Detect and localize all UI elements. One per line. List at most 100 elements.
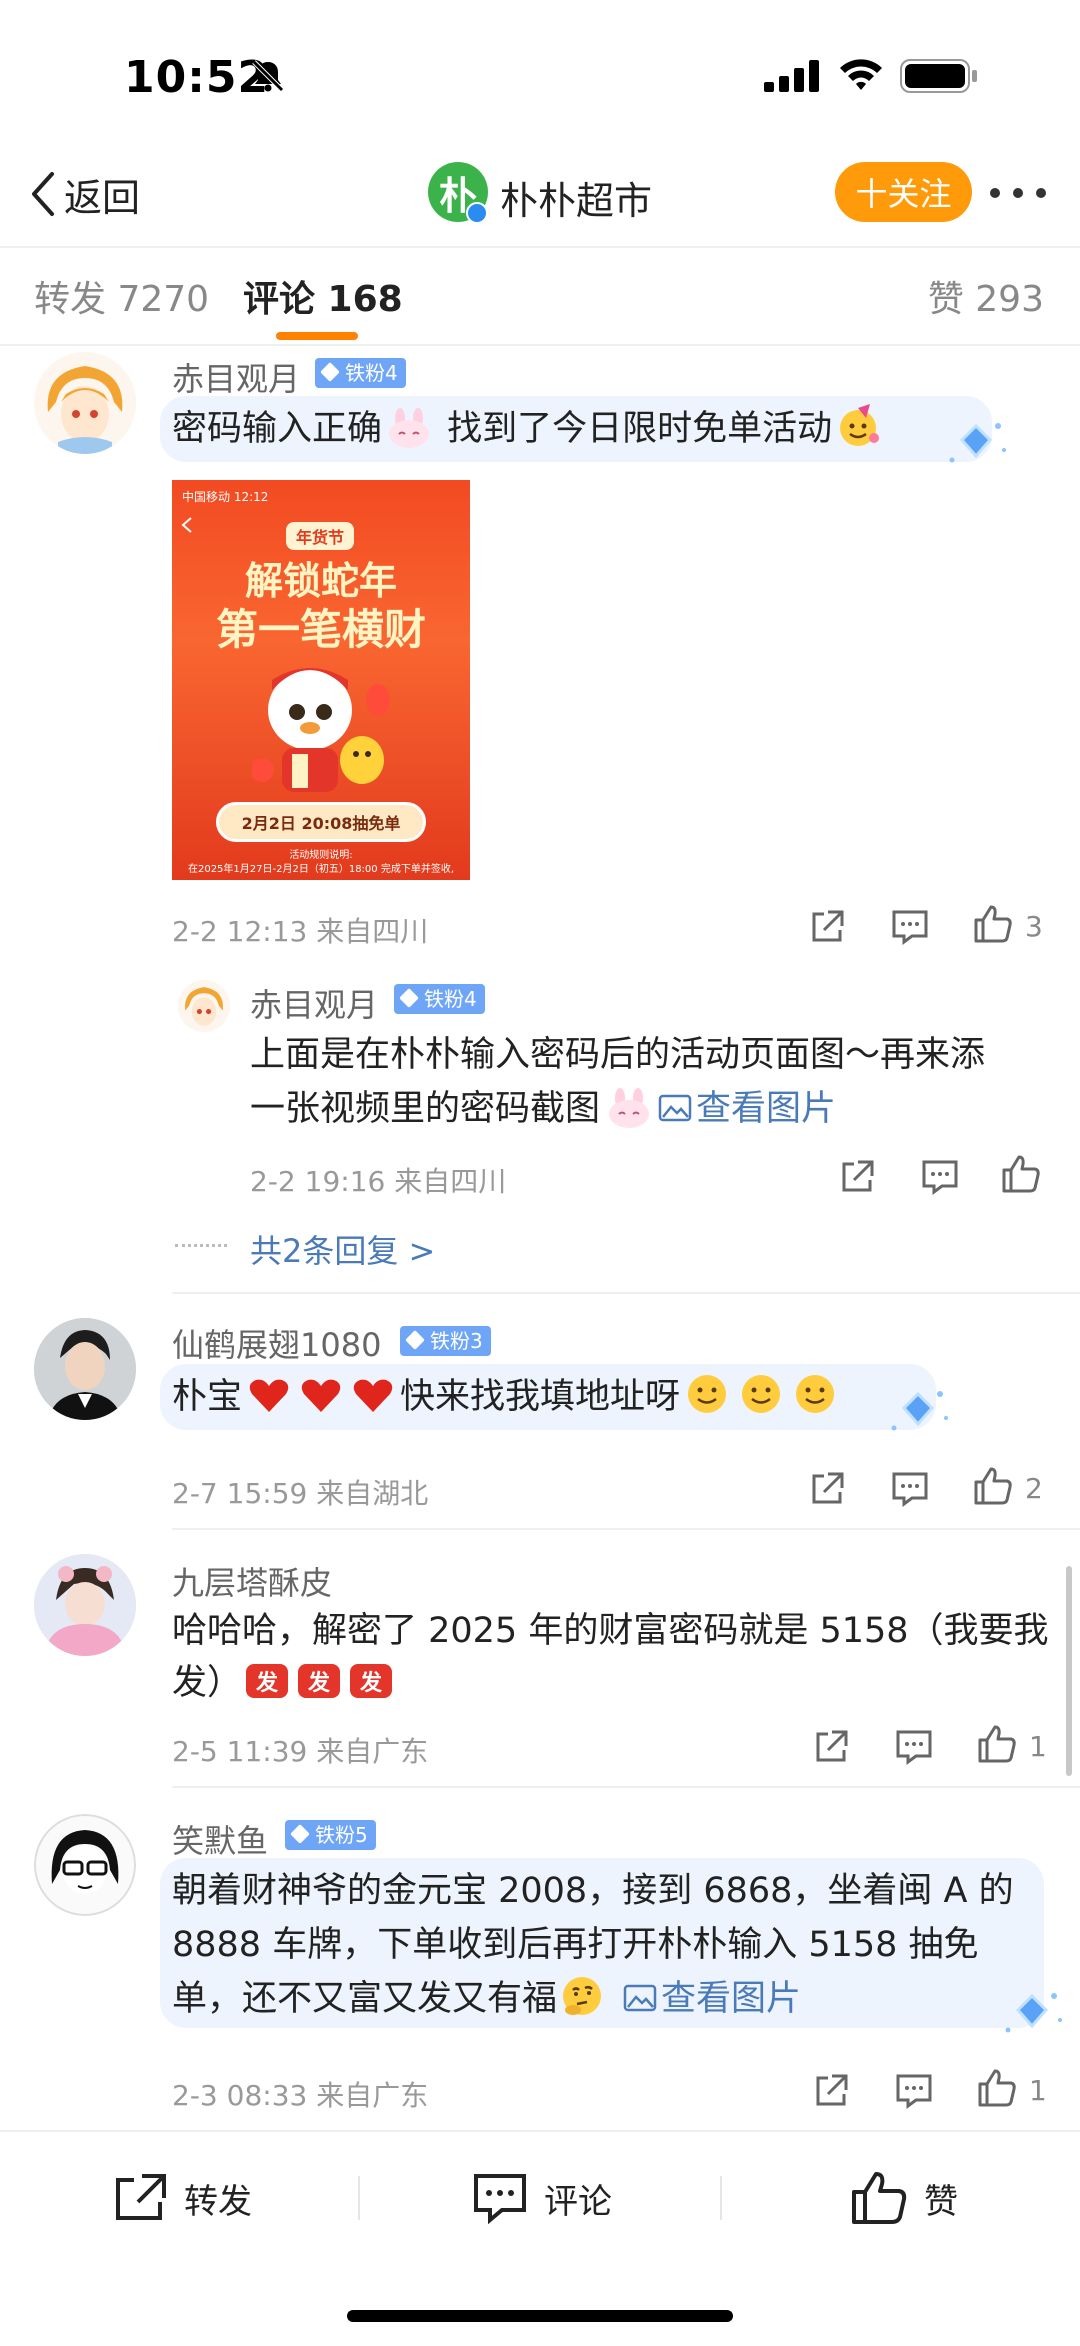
fan-badge: 铁粉3 — [400, 1326, 491, 1356]
svg-text:发: 发 — [307, 1670, 331, 1696]
nav-bar: 返回 朴 朴朴超市 十关注 — [0, 150, 1080, 248]
battery-icon — [900, 59, 977, 93]
chevron-left-icon — [181, 517, 192, 533]
avatar[interactable] — [34, 352, 136, 454]
fa-sticker-icon: 发 — [350, 1664, 393, 1698]
avatar[interactable] — [34, 1814, 136, 1916]
share-icon[interactable] — [838, 1158, 876, 1196]
image-draw-time: 2月2日 20:08抽免单 — [216, 802, 426, 842]
comment-meta: 2-7 15:59 来自湖北 — [172, 1477, 429, 1510]
tab-bar: 转发 7270 评论 168 赞 293 — [0, 248, 1080, 346]
tab-like[interactable]: 赞 293 — [928, 270, 1044, 322]
home-indicator[interactable] — [347, 2310, 733, 2322]
back-button[interactable]: 返回 — [28, 162, 140, 226]
thumbs-up-icon[interactable] — [1000, 1154, 1042, 1194]
reply-username[interactable]: 赤目观月 — [250, 980, 378, 1026]
like-count: 1 — [1029, 1730, 1047, 1763]
share-icon[interactable] — [812, 1728, 850, 1766]
view-image-link[interactable]: 查看图片 — [623, 1979, 801, 2019]
divider — [172, 1528, 1080, 1530]
comment-text-line3: 单，还不又富又发又有福 查看图片 — [172, 1972, 801, 2026]
avatar[interactable] — [34, 1554, 136, 1656]
comment-text-line2: 发） 发 发 发 — [172, 1656, 394, 1710]
status-bar: 10:52 — [0, 0, 1080, 150]
comment-text-part: 朴宝 — [172, 1377, 243, 1417]
image-status-text: 中国移动 12:12 — [182, 490, 269, 504]
smile-emoji-icon — [742, 1375, 781, 1413]
avatar[interactable] — [34, 1318, 136, 1420]
thumbs-up-icon[interactable] — [976, 1724, 1018, 1764]
more-options-icon[interactable] — [990, 178, 1046, 208]
smile-emoji-icon — [688, 1375, 727, 1413]
tab-comment[interactable]: 评论 168 — [243, 270, 403, 322]
follow-button[interactable]: 十关注 — [835, 162, 972, 222]
share-icon — [116, 2174, 166, 2220]
tab-forward[interactable]: 转发 7270 — [34, 270, 209, 322]
diamond-sparkle-icon — [891, 1391, 948, 1431]
comment-username[interactable]: 赤目观月 — [172, 354, 300, 400]
like-count: 2 — [1025, 1472, 1043, 1505]
comment-username[interactable]: 九层塔酥皮 — [172, 1558, 332, 1604]
scrollbar[interactable] — [1066, 1566, 1072, 1776]
smile-emoji-icon — [796, 1375, 835, 1413]
thumbs-up-icon — [852, 2172, 907, 2224]
fa-sticker-icon: 发 — [298, 1664, 341, 1698]
view-image-link[interactable]: 查看图片 — [658, 1089, 836, 1129]
divider — [172, 1292, 1080, 1294]
comment-username[interactable]: 笑默鱼 — [172, 1816, 268, 1862]
image-tag: 年货节 — [286, 522, 355, 550]
comment-image[interactable]: 中国移动 12:12 年货节 解锁蛇年 第一笔横财 2月2日 20:08抽免单 … — [172, 480, 470, 880]
bunny-emoji-icon — [609, 1088, 650, 1128]
fan-badge: 铁粉5 — [285, 1820, 376, 1850]
chevron-left-icon — [32, 172, 54, 216]
fan-badge: 铁粉4 — [394, 984, 485, 1014]
account-name[interactable]: 朴朴超市 — [500, 170, 652, 225]
like-label: 赞 — [924, 2181, 958, 2222]
divider — [172, 1786, 1080, 1788]
reply-icon[interactable] — [920, 1158, 960, 1196]
verified-badge-icon — [466, 202, 488, 224]
svg-text:发: 发 — [359, 1670, 383, 1696]
forward-button[interactable]: 转发 — [112, 2170, 252, 2226]
reply-icon[interactable] — [894, 1728, 934, 1766]
diamond-sparkle-icon — [1005, 1993, 1062, 2033]
comment-icon — [474, 2174, 526, 2224]
share-icon[interactable] — [812, 2072, 850, 2110]
reply-avatar[interactable] — [178, 980, 230, 1032]
mute-bell-icon — [252, 60, 284, 92]
comment-text: 朴宝 快来找我填地址呀 — [172, 1370, 838, 1424]
comment-username[interactable]: 仙鹤展翅1080 — [172, 1320, 381, 1366]
reply-icon[interactable] — [894, 2072, 934, 2110]
comment-text-part: 找到了今日限时免单活动 — [436, 409, 833, 449]
share-icon[interactable] — [808, 1470, 846, 1508]
thumbs-up-icon[interactable] — [972, 1466, 1014, 1506]
comment-text-part: 单，还不又富又发又有福 — [172, 1979, 558, 2019]
share-icon[interactable] — [808, 908, 846, 946]
image-rules-text: 在2025年1月27日-2月2日（初五）18:00 完成下单并签收, — [187, 864, 455, 875]
image-icon — [658, 1094, 692, 1122]
comment-button[interactable]: 评论 — [472, 2170, 612, 2226]
heart-emoji-icon — [249, 1379, 289, 1412]
thumbs-up-icon[interactable] — [972, 904, 1014, 944]
like-button[interactable]: 赞 — [850, 2170, 958, 2226]
reply-icon[interactable] — [890, 1470, 930, 1508]
comment-meta: 2-5 11:39 来自广东 — [172, 1735, 429, 1768]
reply-text-line2: 一张视频里的密码截图 查看图片 — [250, 1082, 836, 1136]
status-time: 10:52 — [124, 52, 270, 103]
heart-emoji-icon — [353, 1379, 393, 1412]
comment-text-line2: 8888 车牌，下单收到后再打开朴朴输入 5158 抽免 — [172, 1925, 979, 1965]
thumbs-up-icon[interactable] — [976, 2068, 1018, 2108]
reply-meta: 2-2 19:16 来自四川 — [250, 1165, 507, 1198]
reply-icon[interactable] — [890, 908, 930, 946]
comment-text-line1: 朝着财神爷的金元宝 2008，接到 6868，坐着闽 A 的 — [172, 1871, 1014, 1911]
active-tab-indicator — [276, 332, 358, 340]
view-image-label: 查看图片 — [696, 1089, 837, 1129]
mascot-illustration — [252, 668, 390, 792]
cellular-signal-icon — [764, 60, 819, 92]
fa-sticker-icon: 发 — [246, 1664, 289, 1698]
divider — [720, 2176, 722, 2220]
comment-label: 评论 — [544, 2181, 612, 2222]
more-replies-link[interactable]: 共2条回复 > — [250, 1226, 435, 1272]
comment-text-part: 发） — [172, 1663, 243, 1703]
party-face-emoji-icon — [840, 404, 880, 446]
